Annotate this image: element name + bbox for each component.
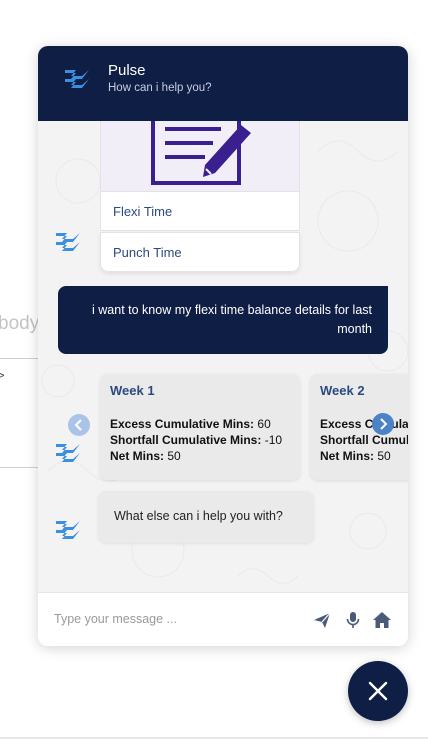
week-row-net: Net Mins: 50 xyxy=(320,449,391,463)
chat-widget: Pulse How can i help you? Flexi Time Pun… xyxy=(38,46,408,646)
send-icon[interactable] xyxy=(312,610,332,630)
bot-avatar-icon xyxy=(56,233,80,251)
punch-time-button[interactable]: Punch Time xyxy=(100,232,300,272)
chevron-left-icon xyxy=(74,419,82,431)
chevron-right-icon xyxy=(380,418,388,430)
week-card[interactable]: Week 1 Excess Cumulative Mins: 60 Shortf… xyxy=(100,374,300,480)
message-composer xyxy=(38,592,408,646)
notepad-pencil-icon xyxy=(151,121,251,185)
week-row-shortfall: Shortfall Cumulative Mins: -10 xyxy=(110,433,283,447)
week-row-excess: Excess Cumulative Mins: 60 xyxy=(110,417,271,431)
bot-avatar-icon xyxy=(56,444,80,462)
header-title: Pulse xyxy=(108,62,146,79)
pulse-logo-icon xyxy=(65,70,89,88)
header-subtitle: How can i help you? xyxy=(108,82,212,94)
background-partial-text: body xyxy=(0,313,40,334)
bot-avatar-icon xyxy=(56,521,80,539)
week-row-shortfall: Shortfall Cumulative Mins: xyxy=(320,433,408,447)
week-title: Week 2 xyxy=(320,383,365,398)
chat-header: Pulse How can i help you? xyxy=(38,46,408,121)
bot-message: What else can i help you with? xyxy=(98,491,314,543)
close-icon xyxy=(368,681,388,701)
flexi-time-button[interactable]: Flexi Time xyxy=(100,191,300,231)
user-message: i want to know my flexi time balance det… xyxy=(58,286,388,354)
week-title: Week 1 xyxy=(110,383,155,398)
message-input[interactable] xyxy=(54,607,294,631)
carousel-next-button[interactable] xyxy=(372,413,394,435)
chat-area[interactable]: Flexi Time Punch Time i want to know my … xyxy=(38,121,408,592)
home-icon[interactable] xyxy=(372,610,392,630)
carousel-prev-button[interactable] xyxy=(68,414,90,436)
mic-icon[interactable] xyxy=(343,610,363,630)
week-row-net: Net Mins: 50 xyxy=(110,449,181,463)
card-image xyxy=(100,121,300,191)
weeks-carousel: Week 1 Excess Cumulative Mins: 60 Shortf… xyxy=(100,374,408,482)
background-partial-link[interactable]: > xyxy=(0,370,4,382)
close-chat-button[interactable] xyxy=(348,661,408,721)
week-row-excess: Excess Cumulative Mins: xyxy=(320,417,408,431)
